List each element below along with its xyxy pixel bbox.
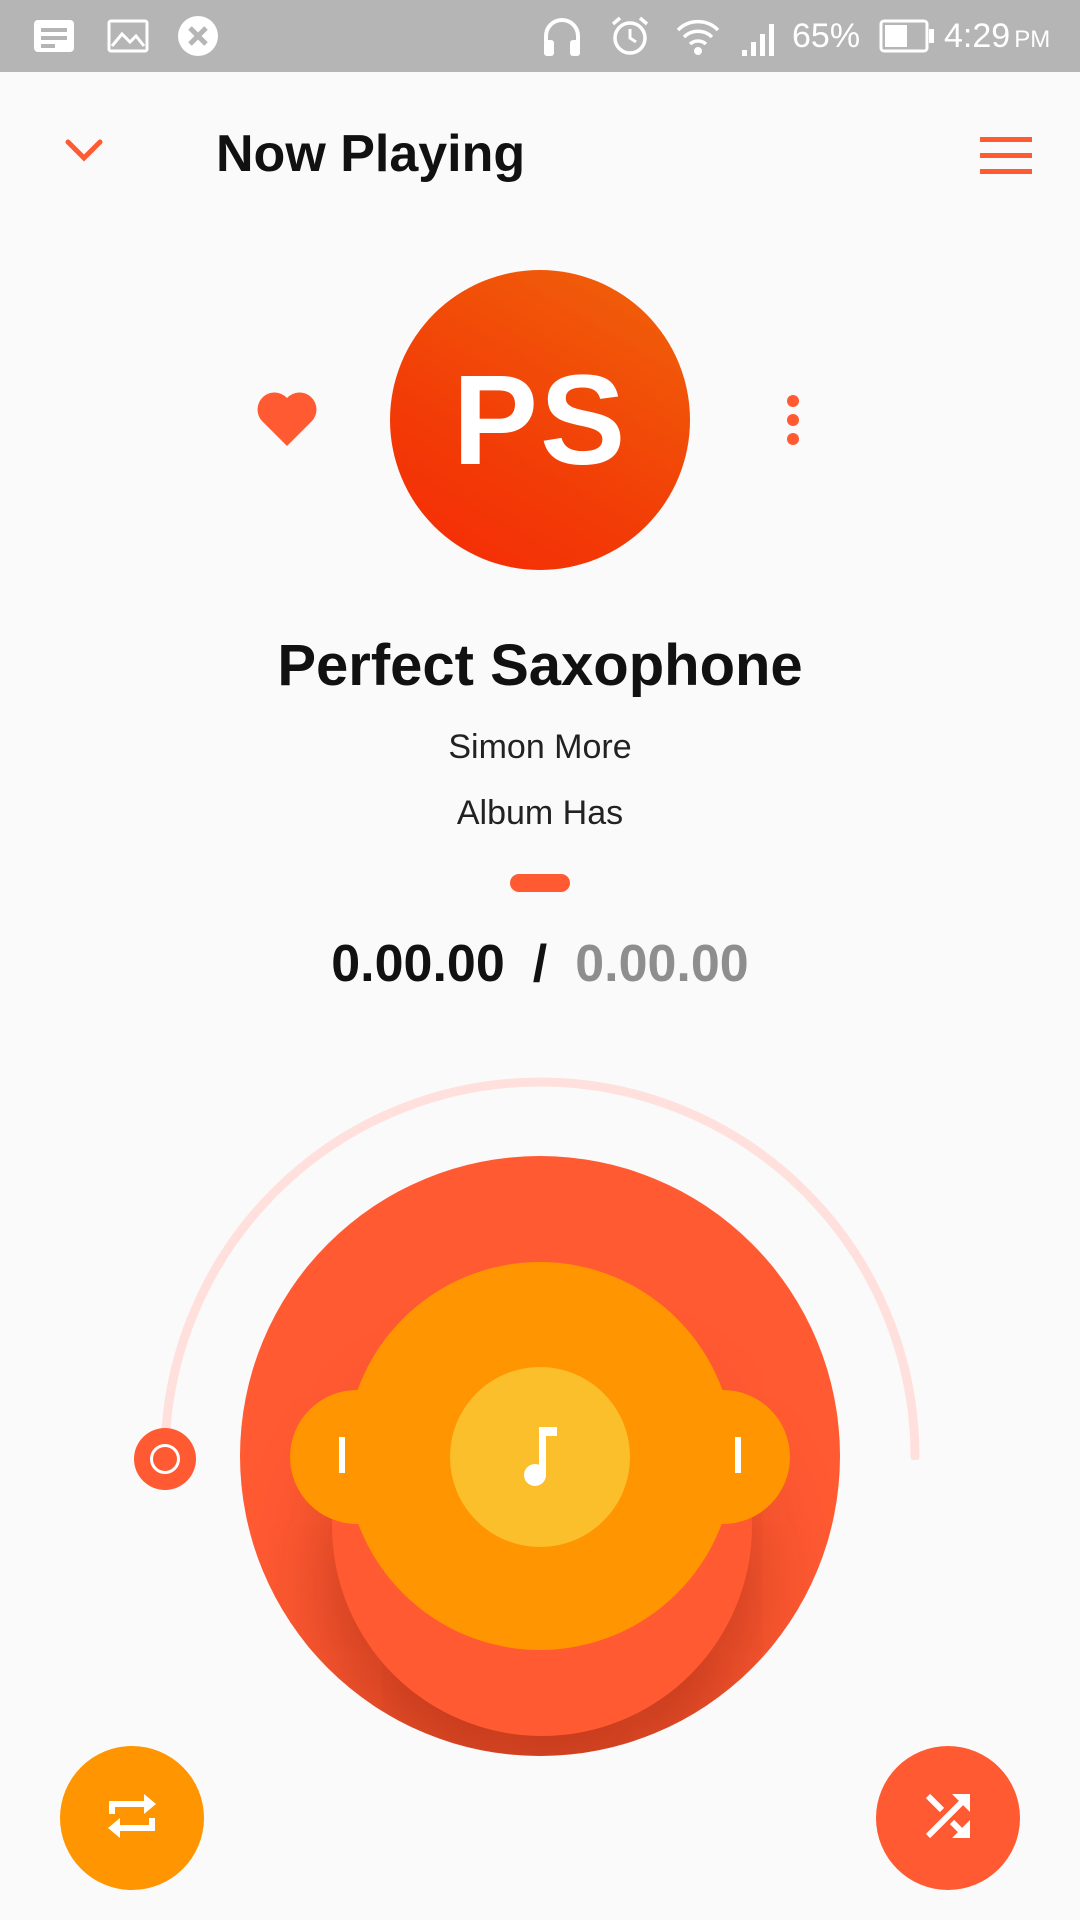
page-title: Now Playing <box>216 125 526 183</box>
time-separator: / <box>532 935 548 993</box>
alarm-icon <box>606 14 654 58</box>
battery-icon <box>878 14 936 58</box>
battery-percent: 65% <box>792 17 861 55</box>
shuffle-icon <box>920 1788 976 1849</box>
repeat-button[interactable] <box>60 1746 204 1890</box>
play-button[interactable] <box>450 1367 630 1547</box>
music-note-icon <box>515 1423 565 1492</box>
blocked-icon <box>174 14 222 58</box>
album-name: Album Has <box>456 794 624 832</box>
hamburger-menu-icon[interactable] <box>978 134 1036 178</box>
app-bar: Now Playing <box>0 72 1080 242</box>
time-display: 0.00.00 / 0.00.00 <box>0 934 1080 994</box>
chevron-down-icon[interactable] <box>58 130 110 170</box>
status-bar: 65% 4:29 PM <box>0 0 1080 72</box>
total-time: 0.00.00 <box>575 935 749 993</box>
song-title: Perfect Saxophone <box>277 633 803 698</box>
heart-icon[interactable] <box>254 388 322 450</box>
clock: 4:29 PM <box>944 17 1051 55</box>
artist-name: Simon More <box>448 728 632 766</box>
more-vertical-icon[interactable] <box>778 392 808 452</box>
wifi-icon <box>674 14 722 58</box>
drag-handle[interactable] <box>510 874 570 892</box>
album-avatar: PS <box>390 270 690 570</box>
headphones-icon <box>538 14 586 58</box>
message-icon <box>30 14 78 58</box>
repeat-icon <box>104 1788 160 1849</box>
image-icon <box>104 14 152 58</box>
progress-knob[interactable] <box>134 1428 196 1490</box>
shuffle-button[interactable] <box>876 1746 1020 1890</box>
current-time: 0.00.00 <box>331 935 505 993</box>
signal-icon <box>740 14 780 58</box>
